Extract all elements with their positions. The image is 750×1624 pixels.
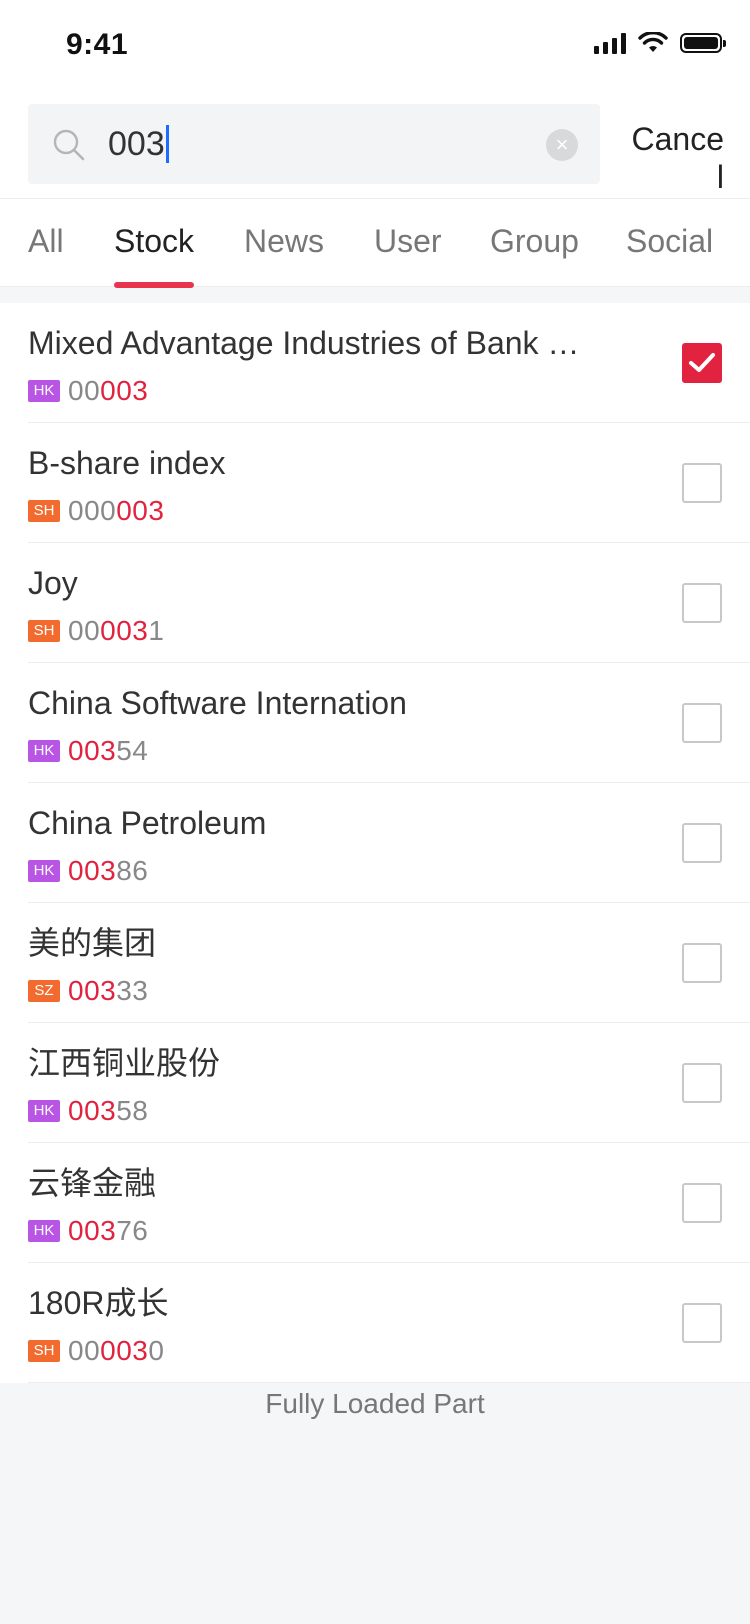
clear-icon[interactable]: ×	[546, 129, 578, 161]
stock-code: 00376	[68, 1215, 149, 1246]
stock-name: 江西铜业股份	[28, 1045, 221, 1081]
select-checkbox[interactable]	[682, 703, 722, 743]
market-badge: HK	[28, 1220, 60, 1242]
result-item[interactable]: Mixed Advantage Industries of Bank Hong …	[28, 303, 750, 423]
result-item[interactable]: China Petroleum HK 00386	[28, 783, 750, 903]
stock-name: China Software Internation	[28, 685, 407, 721]
stock-meta: SH 000031	[28, 615, 164, 647]
market-badge: SZ	[28, 980, 60, 1002]
search-header: 003 × Cancel	[0, 96, 750, 199]
wifi-icon	[638, 32, 668, 52]
stock-code: 00358	[68, 1095, 149, 1126]
market-badge: SH	[28, 500, 60, 522]
select-checkbox[interactable]	[682, 823, 722, 863]
tab-label: All	[28, 223, 64, 259]
tab-label: Social	[626, 223, 714, 259]
stock-code: 000030	[68, 1335, 165, 1366]
search-query: 003	[108, 125, 165, 163]
cellular-signal-icon	[594, 32, 626, 54]
tab-label: User	[374, 223, 442, 259]
stock-code: 00354	[68, 735, 149, 766]
search-icon	[53, 129, 85, 161]
tab-label: Stock	[114, 223, 195, 259]
select-checkbox[interactable]	[682, 1063, 722, 1103]
stock-code: 00333	[68, 975, 149, 1006]
market-badge: SH	[28, 1340, 60, 1362]
battery-icon	[680, 33, 726, 53]
tab-social[interactable]: Social	[626, 199, 713, 287]
text-caret	[165, 125, 169, 163]
stock-name: 美的集团	[28, 925, 157, 961]
result-item[interactable]: China Software Internation HK 00354	[28, 663, 750, 783]
active-tab-indicator	[114, 282, 195, 288]
tab-user[interactable]: User	[374, 199, 442, 287]
tab-group[interactable]: Group	[490, 199, 579, 287]
status-bar: 9:41	[0, 0, 750, 96]
stock-code: 000003	[68, 495, 165, 526]
tab-all[interactable]: All	[28, 199, 64, 287]
stock-name: China Petroleum	[28, 805, 267, 841]
stock-meta: HK 00354	[28, 735, 148, 767]
stock-name: B-share index	[28, 445, 226, 481]
checkmark-icon	[689, 353, 715, 372]
stock-meta: SZ 00333	[28, 975, 148, 1007]
stock-meta: SH 000030	[28, 1335, 164, 1367]
tab-label: News	[244, 223, 325, 259]
result-item[interactable]: B-share index SH 000003	[28, 423, 750, 543]
search-input[interactable]: 003	[108, 116, 169, 172]
search-box[interactable]: 003 ×	[28, 104, 600, 184]
select-checkbox[interactable]	[682, 343, 722, 383]
result-item[interactable]: 美的集团 SZ 00333	[28, 903, 750, 1023]
stock-code: 000031	[68, 615, 165, 646]
select-checkbox[interactable]	[682, 463, 722, 503]
select-checkbox[interactable]	[682, 583, 722, 623]
market-badge: HK	[28, 740, 60, 762]
result-item[interactable]: 江西铜业股份 HK 00358	[28, 1023, 750, 1143]
stock-code: 00386	[68, 855, 149, 886]
stock-meta: SH 000003	[28, 495, 164, 527]
market-badge: HK	[28, 1100, 60, 1122]
stock-name: Joy	[28, 565, 78, 601]
tab-news[interactable]: News	[244, 199, 324, 287]
market-badge: HK	[28, 860, 60, 882]
load-status-text: Fully Loaded Part	[265, 1388, 485, 1419]
cancel-button[interactable]: Cancel	[628, 120, 725, 196]
stock-name: 180R成长	[28, 1285, 169, 1321]
tab-label: Group	[490, 223, 579, 259]
select-checkbox[interactable]	[682, 1183, 722, 1223]
result-item[interactable]: Joy SH 000031	[28, 543, 750, 663]
select-checkbox[interactable]	[682, 943, 722, 983]
stock-meta: HK 00386	[28, 855, 148, 887]
status-icons	[594, 32, 726, 54]
stock-meta: HK 00358	[28, 1095, 148, 1127]
status-time: 9:41	[66, 28, 129, 61]
result-item[interactable]: 云锋金融 HK 00376	[28, 1143, 750, 1263]
market-badge: HK	[28, 380, 60, 402]
stock-name: Mixed Advantage Industries of Bank Hong …	[28, 325, 588, 361]
market-badge: SH	[28, 620, 60, 642]
result-list: Mixed Advantage Industries of Bank Hong …	[0, 303, 750, 1383]
stock-code: 00003	[68, 375, 149, 406]
tab-stock[interactable]: Stock	[114, 199, 195, 288]
stock-meta: HK 00376	[28, 1215, 148, 1247]
result-item[interactable]: 180R成长 SH 000030	[28, 1263, 750, 1383]
stock-name: 云锋金融	[28, 1165, 157, 1201]
select-checkbox[interactable]	[682, 1303, 722, 1343]
stock-meta: HK 00003	[28, 375, 148, 407]
tab-bar: All Stock News User Group Social	[0, 199, 750, 288]
